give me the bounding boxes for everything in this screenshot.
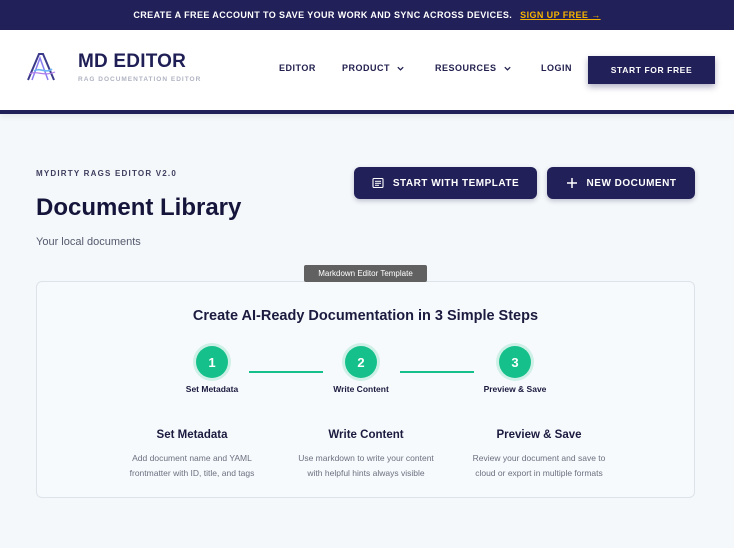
step-2-label: Write Content — [333, 384, 389, 394]
brand-tagline: RAG DOCUMENTATION EDITOR — [78, 76, 202, 83]
steps-title: Create AI-Ready Documentation in 3 Simpl… — [192, 308, 539, 324]
template-tooltip: Markdown Editor Template — [304, 265, 427, 282]
step-connector — [249, 371, 323, 373]
nav-editor-label: EDITOR — [279, 63, 316, 73]
start-with-template-button[interactable]: START WITH TEMPLATE — [354, 167, 537, 199]
page-subtitle: Your local documents — [36, 236, 141, 248]
sign-up-link[interactable]: SIGN UP FREE → — [520, 10, 600, 20]
step-1-badge: 1 — [196, 346, 228, 378]
step-3-description: Review your document and save to cloud o… — [472, 453, 606, 478]
step-connector — [400, 371, 474, 373]
version-eyebrow: MYDIRTY RAGS EDITOR V2.0 — [36, 169, 177, 178]
nav-login-label: LOGIN — [541, 63, 572, 73]
nav-resources-label: RESOURCES — [435, 63, 497, 73]
chevron-down-icon — [503, 66, 511, 71]
steps-card: Create AI-Ready Documentation in 3 Simpl… — [36, 281, 695, 498]
new-document-label: NEW DOCUMENT — [586, 177, 677, 189]
page-title: Document Library — [36, 194, 242, 221]
logo[interactable]: MD EDITOR RAG DOCUMENTATION EDITOR — [24, 50, 201, 84]
step-3-badge: 3 — [499, 346, 531, 378]
nav-product[interactable]: PRODUCT — [342, 63, 405, 73]
start-with-template-label: START WITH TEMPLATE — [392, 177, 520, 189]
step-3-heading: Preview & Save — [496, 429, 582, 441]
plus-icon — [566, 178, 577, 188]
step-2-description: Use markdown to write your content with … — [298, 453, 434, 478]
promo-banner: CREATE A FREE ACCOUNT TO SAVE YOUR WORK … — [0, 0, 734, 30]
site-header: MD EDITOR RAG DOCUMENTATION EDITOR EDITO… — [0, 30, 734, 114]
document-list-icon — [372, 177, 384, 189]
nav-editor[interactable]: EDITOR — [279, 63, 316, 73]
new-document-button[interactable]: NEW DOCUMENT — [547, 167, 695, 199]
promo-text: CREATE A FREE ACCOUNT TO SAVE YOUR WORK … — [133, 10, 513, 20]
step-2-badge: 2 — [345, 346, 377, 378]
step-1-heading: Set Metadata — [156, 429, 228, 441]
start-for-free-button[interactable]: START FOR FREE — [588, 56, 715, 84]
chevron-down-icon — [397, 66, 404, 71]
step-1-label: Set Metadata — [185, 384, 239, 394]
step-3-label: Preview & Save — [483, 384, 547, 394]
brand-name: MD EDITOR — [78, 51, 187, 72]
step-1-description: Add document name and YAML frontmatter w… — [129, 453, 255, 478]
nav-login[interactable]: LOGIN — [541, 63, 572, 73]
nav-resources[interactable]: RESOURCES — [435, 63, 512, 73]
logo-a-icon — [27, 53, 56, 81]
nav-product-label: PRODUCT — [342, 63, 390, 73]
step-2-heading: Write Content — [328, 429, 404, 441]
